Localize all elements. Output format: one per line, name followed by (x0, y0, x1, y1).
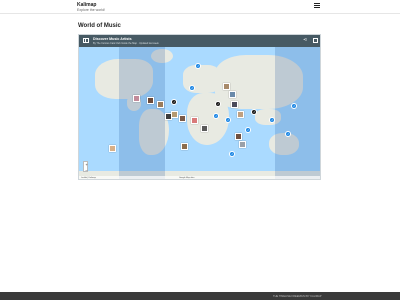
artist-marker[interactable] (201, 125, 208, 132)
artist-marker[interactable] (223, 83, 230, 90)
artist-marker[interactable] (181, 143, 188, 150)
music-note-marker[interactable]: ♪ (229, 151, 235, 157)
brand[interactable]: Kalimap Explore the world! (77, 2, 105, 12)
artist-marker[interactable] (133, 95, 140, 102)
music-note-marker[interactable]: ♪ (269, 117, 275, 123)
map-widget: Discover Music Artists By The Curious Ca… (78, 34, 321, 180)
music-note-marker[interactable]: ♪ (291, 103, 297, 109)
map-title: Discover Music Artists (93, 36, 132, 41)
share-icon[interactable]: ⋖ (303, 38, 307, 43)
map-attribution[interactable]: Leaflet | Kalimap (81, 177, 96, 179)
music-note-marker[interactable]: ♪ (215, 101, 221, 107)
map-subtitle: By The Curious Cats Club Inside the Map … (93, 41, 159, 45)
music-note-marker[interactable]: ♪ (251, 109, 257, 115)
night-shade-overlay (119, 47, 165, 179)
artist-marker[interactable] (229, 91, 236, 98)
top-navigation-bar: Kalimap Explore the world! (0, 0, 400, 14)
artist-marker[interactable] (191, 117, 198, 124)
map-credits: Google Map data (179, 177, 195, 179)
page-title: World of Music (78, 23, 121, 29)
artist-marker[interactable] (231, 101, 238, 108)
artist-marker[interactable] (235, 133, 242, 140)
night-shade-overlay (275, 47, 320, 179)
music-note-marker[interactable]: ♪ (189, 85, 195, 91)
hamburger-menu-icon[interactable] (314, 3, 321, 9)
artist-marker[interactable] (147, 97, 154, 104)
music-note-marker[interactable]: ♪ (195, 63, 201, 69)
brand-tagline: Explore the world! (77, 8, 106, 12)
fullscreen-icon[interactable] (313, 38, 318, 43)
artist-marker[interactable] (171, 111, 178, 118)
page-footer: THE TIMELINE FREEMIUM BY KALIMAP (0, 292, 400, 300)
music-note-marker[interactable]: ♪ (285, 131, 291, 137)
music-note-marker[interactable]: ♪ (213, 113, 219, 119)
music-note-marker[interactable]: ♪ (245, 127, 251, 133)
layers-icon[interactable] (83, 38, 89, 43)
music-note-marker[interactable]: ♪ (171, 99, 177, 105)
artist-marker[interactable] (109, 145, 116, 152)
world-map[interactable]: ♪ ♪ ♪ ♪ ♪ ♪ ♪ ♪ ♪ ♪ ♪ ♪ + − (79, 47, 320, 179)
zoom-control: + − (83, 161, 88, 172)
zoom-out-button[interactable]: − (84, 168, 89, 174)
artist-marker[interactable] (179, 115, 186, 122)
artist-marker[interactable] (157, 101, 164, 108)
artist-marker[interactable] (239, 141, 246, 148)
music-note-marker[interactable]: ♪ (225, 117, 231, 123)
footer-text: THE TIMELINE FREEMIUM BY KALIMAP (273, 294, 322, 298)
artist-marker[interactable] (237, 111, 244, 118)
map-attribution-bar: Leaflet | Kalimap Google Map data (79, 176, 320, 179)
map-header: Discover Music Artists By The Curious Ca… (79, 35, 320, 47)
